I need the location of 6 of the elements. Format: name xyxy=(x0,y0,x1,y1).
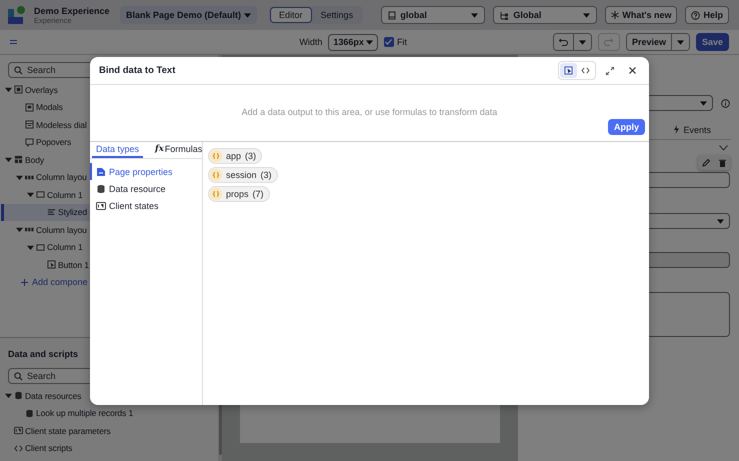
app-title: Demo Experience xyxy=(34,6,111,16)
dialog-title: Bind data to Text xyxy=(99,65,176,76)
section-title: Data and scripts xyxy=(8,348,78,361)
drop-hint: Add a data output to this area, or use formulas to transform data xyxy=(242,107,498,117)
width-label: Width xyxy=(299,37,322,47)
fit-label: Fit xyxy=(396,37,407,47)
